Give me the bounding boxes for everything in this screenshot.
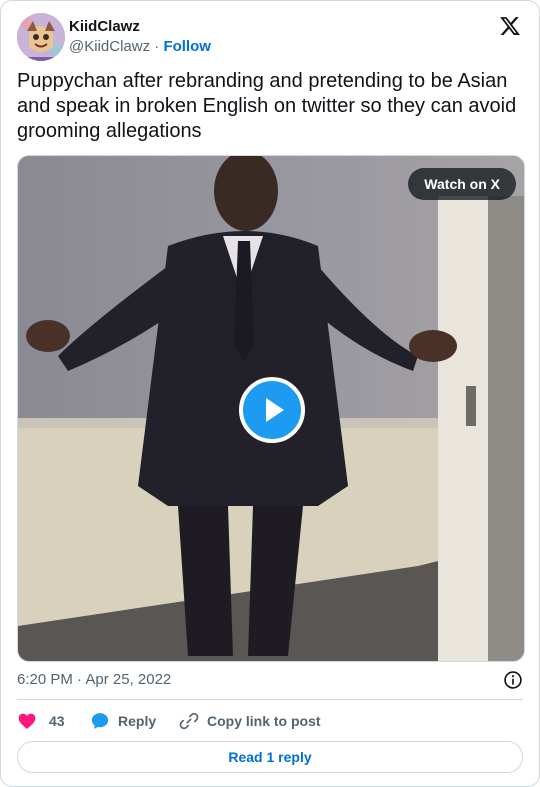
copy-link-label: Copy link to post xyxy=(207,713,321,729)
tweet-timestamp[interactable]: 6:20 PM · Apr 25, 2022 xyxy=(17,671,171,688)
divider xyxy=(17,699,523,700)
avatar[interactable] xyxy=(17,13,65,61)
like-count: 43 xyxy=(49,713,65,729)
action-bar: 43 Reply Copy link to post xyxy=(17,709,523,733)
author-handle-row: @KiidClawz · Follow xyxy=(69,37,211,57)
watch-on-x-button[interactable]: Watch on X xyxy=(408,168,516,200)
heart-icon xyxy=(18,713,36,729)
tweet-text: Puppychan after rebranding and pretendin… xyxy=(17,70,517,142)
cartoon-avatar-icon xyxy=(17,13,65,61)
link-icon xyxy=(179,712,199,730)
x-logo-icon[interactable] xyxy=(499,15,521,37)
like-button[interactable]: 43 xyxy=(17,709,65,733)
reply-bubble-icon xyxy=(91,713,109,729)
handle-separator: · xyxy=(154,38,160,55)
read-replies-button[interactable]: Read 1 reply xyxy=(17,741,523,773)
author-handle[interactable]: @KiidClawz xyxy=(69,38,150,55)
timestamp-row: 6:20 PM · Apr 25, 2022 xyxy=(17,669,523,691)
video-player[interactable]: Watch on X xyxy=(17,155,525,662)
reply-label: Reply xyxy=(118,713,157,729)
follow-button[interactable]: Follow xyxy=(163,38,211,55)
tweet-card: KiidClawz @KiidClawz · Follow Puppychan … xyxy=(0,0,540,787)
info-icon[interactable] xyxy=(503,670,523,690)
tweet-header: KiidClawz @KiidClawz · Follow xyxy=(17,13,523,61)
play-icon xyxy=(266,398,284,422)
author-names: KiidClawz @KiidClawz · Follow xyxy=(69,17,211,57)
copy-link-button[interactable]: Copy link to post xyxy=(179,709,321,733)
reply-button[interactable]: Reply xyxy=(90,709,156,733)
author-display-name[interactable]: KiidClawz xyxy=(69,17,211,37)
play-button[interactable] xyxy=(239,377,305,443)
